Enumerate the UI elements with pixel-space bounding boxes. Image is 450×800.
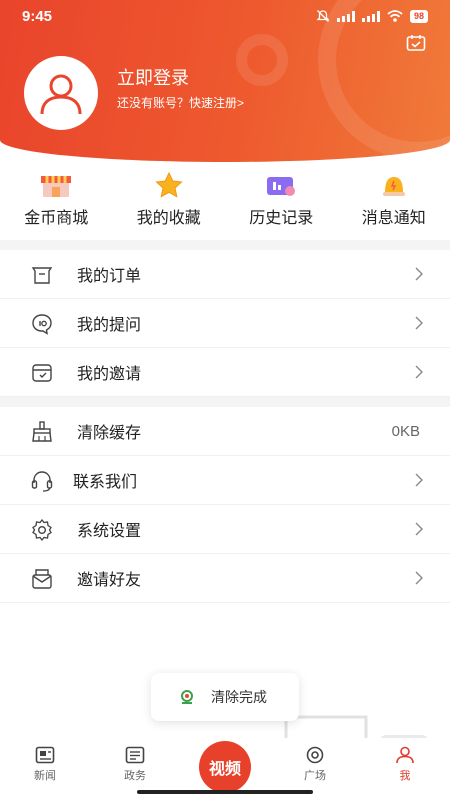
shop-icon [41, 176, 72, 197]
tab-me[interactable]: 我 [375, 746, 435, 783]
toast: 清除完成 [151, 673, 299, 721]
question-icon [32, 314, 52, 335]
person-icon [396, 746, 414, 764]
envelope-icon [32, 569, 52, 589]
user-icon [40, 74, 82, 115]
tab-square[interactable]: 广场 [285, 746, 345, 783]
signal-icon-2 [361, 10, 380, 22]
menu-label-contact: 联系我们 [73, 474, 138, 491]
avatar[interactable] [24, 56, 98, 130]
tab-label-news: 新闻 [34, 770, 56, 782]
quick-item-notifications[interactable]: 消息通知 [338, 170, 450, 238]
menu-row-questions[interactable]: 我的提问 [0, 299, 450, 348]
cache-size-value: 0KB [391, 422, 420, 440]
bell-icon [382, 177, 405, 196]
decor-ring-small [236, 34, 288, 86]
chevron-right-icon [415, 316, 423, 330]
chevron-right-icon [415, 365, 423, 379]
home-indicator [137, 790, 313, 794]
profile-header: 9:45 98 立即登录 还没有账号？快速注册> [0, 0, 450, 162]
status-icons: 98 [316, 9, 428, 23]
section-divider [0, 240, 450, 250]
quick-item-history[interactable]: 历史记录 [225, 170, 338, 238]
menu-row-orders[interactable]: 我的订单 [0, 250, 450, 299]
invite-icon [32, 364, 52, 382]
star-icon [155, 172, 183, 198]
tab-label-video: 视频 [208, 759, 241, 778]
tab-label-square: 广场 [304, 770, 326, 782]
menu-row-contact[interactable]: 联系我们 [0, 456, 450, 505]
gov-icon [125, 746, 145, 764]
tab-label-gov: 政务 [124, 770, 146, 782]
tab-news[interactable]: 新闻 [15, 746, 75, 783]
battery-icon: 98 [409, 9, 428, 23]
quick-item-favorites[interactable]: 我的收藏 [113, 170, 226, 238]
status-time: 9:45 [22, 8, 53, 25]
menu-row-clear-cache[interactable]: 清除缓存 0KB [0, 407, 450, 456]
menu-label-settings: 系统设置 [77, 523, 142, 540]
chevron-right-icon [415, 522, 423, 536]
register-link[interactable]: 还没有账号？快速注册> [117, 94, 244, 111]
menu-label-orders: 我的订单 [77, 268, 142, 285]
mute-icon [316, 10, 330, 22]
quick-label-notifications: 消息通知 [361, 210, 426, 227]
headset-icon [31, 471, 53, 492]
app-logo-icon [181, 690, 193, 704]
menu-row-invitations[interactable]: 我的邀请 [0, 348, 450, 397]
checkin-calendar-icon[interactable] [406, 34, 426, 52]
tab-video[interactable]: 视频 [199, 741, 251, 793]
status-bar: 9:45 98 [0, 0, 450, 32]
quick-label-shop: 金币商城 [24, 210, 89, 227]
quick-item-shop[interactable]: 金币商城 [0, 170, 113, 238]
quick-menu: 金币商城 我的收藏 历史记录 消息通知 [0, 170, 450, 238]
menu-label-invitations: 我的邀请 [77, 366, 142, 383]
tab-label-me: 我 [399, 770, 411, 782]
section-divider [0, 397, 450, 407]
menu-label-invite-friends: 邀请好友 [77, 572, 142, 589]
wifi-icon [387, 10, 403, 22]
news-icon [35, 746, 55, 764]
menu-label-clear-cache: 清除缓存 [77, 425, 142, 442]
menu-row-invite-friends[interactable]: 邀请好友 [0, 554, 450, 603]
order-icon [31, 267, 53, 284]
gear-icon [32, 518, 52, 542]
square-icon [306, 746, 324, 764]
menu-label-questions: 我的提问 [77, 317, 142, 334]
chevron-right-icon [415, 267, 423, 281]
chevron-right-icon [415, 473, 423, 487]
history-icon [267, 177, 296, 196]
toast-text: 清除完成 [211, 689, 267, 705]
login-title[interactable]: 立即登录 [117, 64, 189, 90]
broom-icon [32, 421, 52, 442]
chevron-right-icon [415, 571, 423, 585]
tab-gov[interactable]: 政务 [105, 746, 165, 783]
menu-row-settings[interactable]: 系统设置 [0, 505, 450, 554]
signal-icon [336, 10, 355, 22]
quick-label-history: 历史记录 [249, 210, 314, 227]
quick-label-favorites: 我的收藏 [136, 210, 201, 227]
